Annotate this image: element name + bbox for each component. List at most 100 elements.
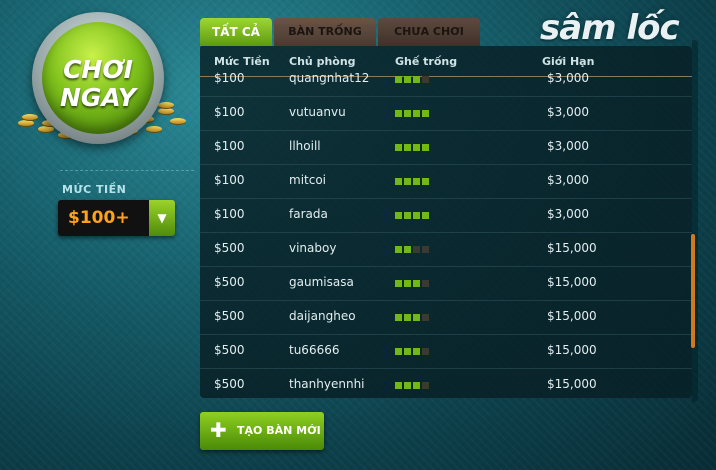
money-filter-select[interactable]: $100+ ▼ bbox=[58, 200, 175, 236]
seat-indicator bbox=[395, 178, 402, 185]
seat-indicator bbox=[422, 110, 429, 117]
row-owner: vutuanvu bbox=[289, 105, 346, 119]
seat-indicator bbox=[413, 382, 420, 389]
room-tabs: TẤT CẢ BÀN TRỐNG CHƯA CHƠI bbox=[200, 18, 480, 46]
row-seats-indicator bbox=[395, 348, 429, 355]
game-logo: sâm lốc bbox=[540, 8, 680, 48]
seat-indicator bbox=[404, 212, 411, 219]
seat-indicator bbox=[413, 110, 420, 117]
table-row[interactable]: $100 mitcoi $3,000 bbox=[200, 165, 692, 199]
seat-indicator bbox=[413, 76, 420, 83]
room-table: Mức Tiền Chủ phòng Ghế trống Giới Hạn $1… bbox=[200, 46, 692, 398]
table-body: $100 quangnhat12 $3,000 $100 vutuanvu $3,000 $… bbox=[200, 71, 692, 398]
seat-indicator bbox=[422, 382, 429, 389]
seat-indicator bbox=[422, 76, 429, 83]
table-row[interactable]: $100 llhoill $3,000 bbox=[200, 131, 692, 165]
row-owner: tu66666 bbox=[289, 343, 340, 357]
row-owner: mitcoi bbox=[289, 173, 327, 187]
seat-indicator bbox=[395, 382, 402, 389]
seat-indicator bbox=[395, 110, 402, 117]
row-owner: farada bbox=[289, 207, 328, 221]
play-now-label-line2: NGAY bbox=[59, 83, 137, 112]
seat-indicator bbox=[413, 178, 420, 185]
row-seats-indicator bbox=[395, 110, 429, 117]
row-seats-indicator bbox=[395, 246, 429, 253]
seat-indicator bbox=[422, 144, 429, 151]
table-row[interactable]: $500 daijangheo $15,000 bbox=[200, 301, 692, 335]
seat-indicator bbox=[413, 144, 420, 151]
seat-indicator bbox=[404, 246, 411, 253]
table-row[interactable]: $500 gaumisasa $15,000 bbox=[200, 267, 692, 301]
seat-indicator bbox=[422, 178, 429, 185]
play-now-label-line1: CHƠI bbox=[63, 55, 133, 84]
seat-indicator bbox=[413, 212, 420, 219]
seat-indicator bbox=[395, 246, 402, 253]
seat-indicator bbox=[413, 280, 420, 287]
tab-empty-tables[interactable]: BÀN TRỐNG bbox=[274, 18, 376, 46]
seat-indicator bbox=[422, 348, 429, 355]
plus-icon: ✚ bbox=[210, 418, 227, 442]
seat-indicator bbox=[395, 76, 402, 83]
row-money: $100 bbox=[214, 207, 245, 221]
tab-all[interactable]: TẤT CẢ bbox=[200, 18, 272, 46]
row-limit: $15,000 bbox=[547, 309, 597, 323]
table-row[interactable]: $100 farada $3,000 bbox=[200, 199, 692, 233]
table-row[interactable]: $500 vinaboy $15,000 bbox=[200, 233, 692, 267]
row-seats-indicator bbox=[395, 382, 429, 389]
row-money: $500 bbox=[214, 275, 245, 289]
play-now-button[interactable]: CHƠI NGAY bbox=[32, 12, 164, 144]
row-limit: $15,000 bbox=[547, 343, 597, 357]
row-limit: $15,000 bbox=[547, 275, 597, 289]
table-row[interactable]: $500 tu66666 $15,000 bbox=[200, 335, 692, 369]
seat-indicator bbox=[404, 110, 411, 117]
table-row[interactable]: $500 thanhyennhi $15,000 bbox=[200, 369, 692, 398]
row-money: $100 bbox=[214, 71, 245, 85]
seat-indicator bbox=[422, 280, 429, 287]
play-now-face[interactable]: CHƠI NGAY bbox=[42, 22, 154, 134]
seat-indicator bbox=[404, 314, 411, 321]
seat-indicator bbox=[404, 144, 411, 151]
row-money: $500 bbox=[214, 377, 245, 391]
coin-icon bbox=[170, 118, 186, 124]
money-filter-label: MỨC TIỀN bbox=[62, 183, 127, 196]
seat-indicator bbox=[404, 348, 411, 355]
row-limit: $3,000 bbox=[547, 173, 589, 187]
coin-icon bbox=[146, 126, 162, 132]
seat-indicator bbox=[422, 212, 429, 219]
row-limit: $3,000 bbox=[547, 207, 589, 221]
row-owner: daijangheo bbox=[289, 309, 356, 323]
tab-not-played[interactable]: CHƯA CHƠI bbox=[378, 18, 480, 46]
create-table-label: TẠO BÀN MỚI bbox=[237, 424, 321, 437]
table-row[interactable]: $100 quangnhat12 $3,000 bbox=[200, 63, 692, 97]
row-money: $100 bbox=[214, 173, 245, 187]
money-filter-value[interactable]: $100+ bbox=[58, 200, 149, 236]
seat-indicator bbox=[404, 178, 411, 185]
row-limit: $3,000 bbox=[547, 105, 589, 119]
row-owner: gaumisasa bbox=[289, 275, 354, 289]
row-money: $500 bbox=[214, 309, 245, 323]
seat-indicator bbox=[404, 382, 411, 389]
row-seats-indicator bbox=[395, 76, 429, 83]
row-limit: $3,000 bbox=[547, 139, 589, 153]
coin-icon bbox=[38, 126, 54, 132]
coin-icon bbox=[158, 102, 174, 108]
seat-indicator bbox=[395, 144, 402, 151]
seat-indicator bbox=[395, 212, 402, 219]
seat-indicator bbox=[395, 348, 402, 355]
row-money: $100 bbox=[214, 105, 245, 119]
play-now-area: CHƠI NGAY bbox=[18, 8, 188, 168]
table-row[interactable]: $100 vutuanvu $3,000 bbox=[200, 97, 692, 131]
seat-indicator bbox=[395, 280, 402, 287]
row-money: $100 bbox=[214, 139, 245, 153]
row-limit: $3,000 bbox=[547, 71, 589, 85]
row-money: $500 bbox=[214, 343, 245, 357]
dropdown-arrow-icon[interactable]: ▼ bbox=[149, 200, 175, 236]
row-limit: $15,000 bbox=[547, 241, 597, 255]
create-table-button[interactable]: ✚ TẠO BÀN MỚI bbox=[200, 412, 324, 450]
row-seats-indicator bbox=[395, 144, 429, 151]
coin-icon bbox=[18, 120, 34, 126]
scrollbar-thumb[interactable] bbox=[691, 234, 695, 348]
seat-indicator bbox=[395, 314, 402, 321]
seat-indicator bbox=[413, 314, 420, 321]
seat-indicator bbox=[422, 314, 429, 321]
